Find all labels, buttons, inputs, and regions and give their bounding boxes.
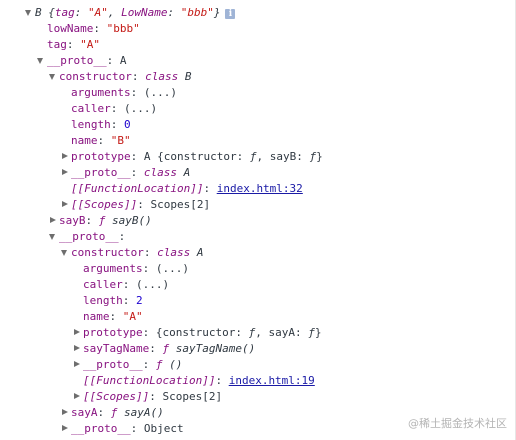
tree-row-scopes[interactable]: [[Scopes]]: Scopes[2] (0, 389, 515, 405)
expand-triangle-icon[interactable] (72, 389, 82, 405)
prop-caller[interactable]: caller: (...) (0, 277, 515, 293)
expand-triangle-icon[interactable] (60, 149, 70, 165)
tree-row-constructor-a[interactable]: constructor: class A (0, 245, 515, 261)
tree-row-prototype[interactable]: prototype: A {constructor: ƒ, sayB: ƒ} (0, 149, 515, 165)
prop-function-location: [[FunctionLocation]]: index.html:19 (83, 374, 315, 387)
tree-row-saytagname[interactable]: sayTagName: ƒ sayTagName() (0, 341, 515, 357)
prop-length: length: 2 (83, 294, 143, 307)
expand-triangle-icon[interactable] (72, 341, 82, 357)
tree-row-proto-a[interactable]: __proto__: A (0, 53, 515, 69)
prop-caller[interactable]: caller: (...) (0, 101, 515, 117)
tree-row-proto-function[interactable]: __proto__: ƒ () (0, 357, 515, 373)
tree-row-scopes[interactable]: [[Scopes]]: Scopes[2] (0, 197, 515, 213)
function-location-link[interactable]: index.html:32 (217, 182, 303, 195)
tree-row-constructor-b[interactable]: constructor: class B (0, 69, 515, 85)
tree-row-proto-2[interactable]: __proto__: (0, 229, 515, 245)
prop-tag: tag: "A" (47, 38, 100, 51)
prop-name: name: "A" (83, 310, 143, 323)
tree-row-sayb[interactable]: sayB: ƒ sayB() (0, 213, 515, 229)
expand-triangle-icon[interactable] (60, 165, 70, 181)
expand-triangle-icon[interactable] (60, 421, 70, 437)
tree-row-root[interactable]: B {tag: "A", LowName: "bbb"} i (0, 5, 515, 21)
expand-triangle-icon[interactable] (48, 213, 58, 229)
object-summary: B {tag: "A", LowName: "bbb"} i (35, 5, 236, 21)
function-location-link[interactable]: index.html:19 (229, 374, 315, 387)
prop-arguments[interactable]: arguments: (...) (0, 85, 515, 101)
tree-row-proto-class-a[interactable]: __proto__: class A (0, 165, 515, 181)
tree-row-prototype[interactable]: prototype: {constructor: ƒ, sayA: ƒ} (0, 325, 515, 341)
prop-length: length: 0 (71, 118, 131, 131)
watermark: @稀土掘金技术社区 (408, 417, 507, 430)
expand-triangle-icon[interactable] (24, 5, 34, 21)
expand-triangle-icon[interactable] (36, 53, 46, 69)
prop-lowname: lowName: "bbb" (47, 22, 140, 35)
object-tree: B {tag: "A", LowName: "bbb"} i lowName: "… (0, 5, 515, 437)
info-icon[interactable]: i (225, 9, 236, 19)
expand-triangle-icon[interactable] (72, 357, 82, 373)
prop-name: name: "B" (71, 134, 131, 147)
expand-triangle-icon[interactable] (48, 229, 58, 245)
expand-triangle-icon[interactable] (60, 405, 70, 421)
expand-triangle-icon[interactable] (48, 69, 58, 85)
expand-triangle-icon[interactable] (60, 197, 70, 213)
expand-triangle-icon[interactable] (72, 325, 82, 341)
expand-triangle-icon[interactable] (60, 245, 70, 261)
prop-function-location: [[FunctionLocation]]: index.html:32 (71, 182, 303, 195)
prop-arguments[interactable]: arguments: (...) (0, 261, 515, 277)
